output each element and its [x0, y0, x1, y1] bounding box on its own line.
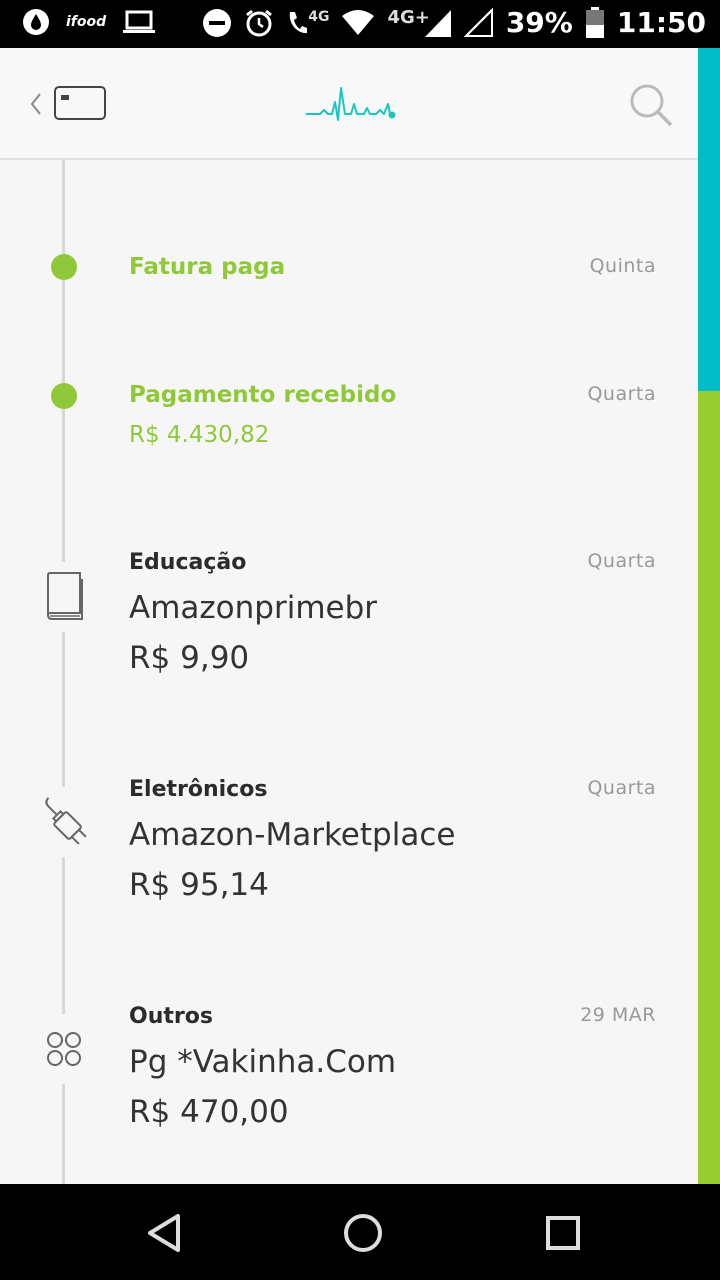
- book-icon: [47, 572, 83, 620]
- network-4g-label: 4G: [308, 8, 330, 25]
- feed-item-pagamento-recebido[interactable]: Pagamento recebido R$ 4.430,82 Quarta: [0, 288, 698, 458]
- clock-time: 11:50: [616, 6, 706, 39]
- status-bar-left: ifood: [22, 8, 156, 36]
- transaction-amount: R$ 470,00: [129, 1094, 289, 1130]
- status-bar: ifood 4G 4G+ 39% 11:50: [0, 0, 720, 48]
- category-label: Outros: [129, 1004, 213, 1029]
- feed-item-outros[interactable]: Outros Pg *Vakinha.Com R$ 470,00 29 MAR: [0, 994, 698, 1184]
- event-date: Quinta: [589, 255, 656, 277]
- category-label: Eletrônicos: [129, 777, 268, 802]
- transaction-amount: R$ 9,90: [129, 640, 250, 676]
- system-nav-bar: [0, 1184, 720, 1280]
- event-title: Fatura paga: [129, 254, 286, 280]
- do-not-disturb-icon: [203, 8, 232, 37]
- transaction-date: 29 MAR: [580, 1004, 656, 1026]
- sidebar-green-bar[interactable]: [698, 391, 720, 1184]
- merchant-name: Amazon-Marketplace: [129, 817, 456, 853]
- circle-home-icon[interactable]: [338, 1208, 388, 1258]
- status-bar-right: 4G 4G+ 39% 11:50: [202, 6, 706, 39]
- signal-4g-plus: 4G+: [387, 7, 451, 38]
- chevron-left-icon: [30, 93, 41, 115]
- transaction-date: Quarta: [587, 777, 656, 799]
- category-icon-wrap: [34, 1014, 94, 1084]
- battery-icon: [585, 6, 604, 38]
- category-icon-wrap: [34, 787, 94, 857]
- triangle-back-icon[interactable]: [140, 1208, 190, 1258]
- square-recents-icon[interactable]: [538, 1208, 588, 1258]
- transactions-feed[interactable]: Fatura paga Quinta Pagamento recebido R$…: [0, 160, 698, 1184]
- signal-empty-icon: [463, 7, 493, 37]
- timeline-dot: [51, 254, 77, 280]
- transaction-amount: R$ 95,14: [129, 867, 269, 903]
- laptop-icon: [123, 10, 156, 33]
- category-label: Educação: [129, 550, 247, 575]
- transaction-date: Quarta: [587, 550, 656, 572]
- wifi-icon: [342, 9, 375, 35]
- feed-item-eletronicos[interactable]: Eletrônicos Amazon-Marketplace R$ 95,14 …: [0, 767, 698, 947]
- credit-card-icon: [54, 86, 106, 120]
- signal-icon: [424, 10, 451, 37]
- battery-percent: 39%: [505, 6, 573, 39]
- feed-item-fatura-paga[interactable]: Fatura paga Quinta: [0, 160, 698, 288]
- ifood-app-label: ifood: [66, 14, 107, 30]
- drop-app-icon: [23, 9, 49, 35]
- plug-icon: [45, 797, 87, 845]
- event-date: Quarta: [587, 383, 656, 405]
- feed-item-educacao[interactable]: Educação Amazonprimebr R$ 9,90 Quarta: [0, 540, 698, 720]
- search-icon[interactable]: [628, 82, 674, 128]
- event-amount: R$ 4.430,82: [129, 422, 270, 448]
- timeline-dot: [51, 383, 77, 409]
- volte-call-indicator: 4G: [286, 8, 330, 36]
- category-icon-wrap: [34, 562, 94, 632]
- alarm-icon: [246, 9, 273, 36]
- merchant-name: Pg *Vakinha.Com: [129, 1044, 397, 1080]
- sidebar-teal-bar[interactable]: [698, 48, 720, 391]
- app-header: [0, 48, 698, 160]
- event-title: Pagamento recebido: [129, 382, 397, 408]
- pulse-logo-icon[interactable]: [304, 84, 400, 128]
- back-card-button[interactable]: [28, 86, 108, 122]
- phone-icon: [289, 11, 308, 33]
- grid-circles-icon: [47, 1032, 81, 1066]
- merchant-name: Amazonprimebr: [129, 590, 378, 626]
